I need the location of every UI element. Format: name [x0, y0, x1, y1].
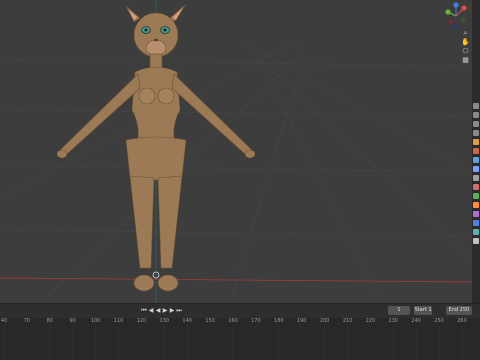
ruler-tick-label: 210 [342, 318, 353, 324]
perspective-toggle-icon[interactable]: ▦ [461, 56, 470, 64]
ruler-tick-label: 260 [457, 318, 467, 324]
properties-tab-1[interactable] [473, 103, 479, 109]
jump-keyframe-forward-icon[interactable]: ▶ [169, 306, 175, 315]
properties-tab-3[interactable] [473, 121, 479, 127]
jump-start-icon[interactable]: ⏮ [141, 306, 147, 315]
start-label: Start [414, 307, 427, 313]
end-label: End [448, 307, 459, 313]
navigation-gizmo[interactable] [442, 2, 470, 30]
end-value: 250 [459, 307, 470, 313]
properties-tab-16[interactable] [473, 238, 479, 244]
end-frame-field[interactable]: End 250 [446, 306, 472, 315]
properties-tab-2[interactable] [473, 112, 479, 118]
properties-tab-12[interactable] [473, 202, 479, 208]
pan-icon[interactable]: ✋ [461, 38, 470, 46]
properties-tab-13[interactable] [473, 211, 479, 217]
camera-view-icon[interactable]: ⎔ [461, 47, 470, 55]
properties-tab-9[interactable] [473, 175, 479, 181]
ruler-tick-label: 230 [388, 318, 399, 324]
properties-tab-5[interactable] [473, 139, 479, 145]
ruler-tick-label: 200 [319, 318, 330, 324]
ruler-tick-label: 70 [23, 318, 31, 324]
y-axis-icon [445, 9, 451, 15]
properties-tab-11[interactable] [473, 193, 479, 199]
ruler-tick-label: 180 [274, 318, 284, 324]
zoom-icon[interactable]: ⌕ [461, 29, 470, 37]
ruler-tick-label: 90 [69, 318, 76, 324]
playback-controls: ⏮ ◀ ◀ ▶ ▶ ⏭ [141, 306, 182, 315]
ruler-tick-label: 170 [251, 318, 261, 324]
ruler-tick-label: 190 [296, 318, 307, 324]
play-reverse-icon[interactable]: ◀ [155, 306, 161, 315]
properties-tab-15[interactable] [473, 229, 479, 235]
jump-keyframe-back-icon[interactable]: ◀ [148, 306, 154, 315]
play-icon[interactable]: ▶ [162, 306, 168, 315]
ruler-tick-label: 100 [90, 318, 101, 324]
ruler-tick-label: 140 [182, 318, 192, 324]
ruler-tick-label: 160 [228, 318, 238, 324]
ruler-tick-label: 250 [434, 318, 444, 324]
3d-viewport[interactable] [0, 0, 472, 303]
properties-tab-7[interactable] [473, 157, 479, 163]
ruler-tick-label: 220 [365, 318, 376, 324]
start-value: 1 [428, 307, 432, 313]
ruler-tick-label: 240 [411, 318, 421, 324]
properties-tab-14[interactable] [473, 220, 479, 226]
viewport-grid [0, 0, 472, 303]
ruler-tick-label: 40 [0, 318, 8, 324]
x-axis-line [0, 277, 472, 283]
properties-tab-6[interactable] [473, 148, 479, 154]
ruler-tick-label: 130 [159, 318, 170, 324]
x-axis-icon [461, 5, 467, 11]
ruler-tick-label: 120 [136, 318, 147, 324]
properties-tab-4[interactable] [473, 130, 479, 136]
ruler-tick-label: 110 [113, 318, 124, 324]
z-axis-icon [453, 2, 459, 8]
properties-tab-10[interactable] [473, 184, 479, 190]
properties-tab-8[interactable] [473, 166, 479, 172]
timeline-track-lines [3, 325, 463, 360]
ruler-tick-label: 80 [46, 318, 53, 324]
jump-end-icon[interactable]: ⏭ [176, 306, 182, 315]
ruler-tick-label: 150 [205, 318, 215, 324]
start-frame-field[interactable]: Start 1 [414, 306, 432, 315]
current-frame-field[interactable]: 1 [388, 306, 410, 315]
